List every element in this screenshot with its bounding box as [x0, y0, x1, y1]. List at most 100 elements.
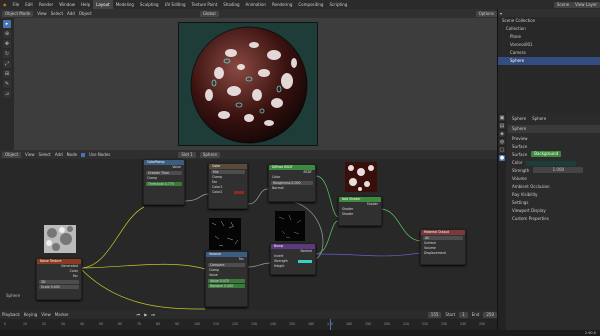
- outliner-item-collection[interactable]: Collection: [498, 25, 600, 33]
- node-menu-add[interactable]: Add: [55, 152, 63, 157]
- jump-end-icon[interactable]: ⏭: [151, 312, 155, 317]
- current-frame-field[interactable]: 155: [427, 311, 442, 318]
- measure-tool-icon[interactable]: ⊿: [3, 90, 11, 98]
- viewport-menu-select[interactable]: Select: [51, 11, 63, 16]
- properties-editor[interactable]: ▣ ▤ ◈ ◍ ▢ ● Sphere Sphere Sphere Preview …: [497, 113, 600, 330]
- outliner-item-camera[interactable]: Camera: [498, 49, 600, 57]
- tab-sculpting[interactable]: Sculpting: [137, 0, 162, 9]
- section-custom-properties[interactable]: Custom Properties: [508, 215, 600, 223]
- tab-texture-paint[interactable]: Texture Paint: [188, 0, 220, 9]
- timeline-menu-keying[interactable]: Keying: [24, 312, 37, 317]
- material-output-target-dropdown[interactable]: All: [423, 236, 463, 240]
- node-menu-select[interactable]: Select: [39, 152, 51, 157]
- viewport-menu-view[interactable]: View: [37, 11, 47, 16]
- transform-orientation-dropdown[interactable]: Global: [199, 10, 219, 17]
- timeline-ruler[interactable]: 0 10 20 30 40 50 60 70 80 90 100 110 120 130 140 150 160…: [0, 319, 497, 330]
- scene-tab-icon[interactable]: ◈: [499, 131, 505, 137]
- node-menu-view[interactable]: View: [25, 152, 35, 157]
- color-ramp-node[interactable]: ColorRamp Value Greater Than Clamp Thres…: [143, 159, 185, 205]
- mix-color-node[interactable]: Color Mix Clamp Fac Color1 Color2: [208, 163, 248, 209]
- menu-file[interactable]: File: [10, 2, 23, 7]
- playhead[interactable]: [330, 319, 331, 330]
- outliner[interactable]: ▾ Scene Collection Collection Plane Voro…: [497, 9, 600, 113]
- mix-blend-dropdown[interactable]: Mix: [211, 170, 245, 174]
- voronoi-compare-dropdown[interactable]: Compare: [208, 263, 245, 267]
- outliner-item-sphere[interactable]: Sphere: [498, 57, 600, 65]
- tab-compositing[interactable]: Compositing: [295, 0, 326, 9]
- move-tool-icon[interactable]: ✥: [3, 40, 11, 48]
- noise-dimension-dropdown[interactable]: 3D: [39, 280, 79, 284]
- voronoi-texture-node[interactable]: Voronoi Fac Compare Clamp Value Value 0.…: [205, 251, 248, 307]
- use-nodes-checkbox[interactable]: [81, 152, 86, 157]
- tab-modeling[interactable]: Modeling: [113, 0, 137, 9]
- blender-logo-icon[interactable]: ◉: [0, 2, 10, 7]
- strength-field[interactable]: 1.000: [533, 167, 584, 173]
- tab-uv-editing[interactable]: UV Editing: [162, 0, 189, 9]
- diffuse-bsdf-node[interactable]: Diffuse BSDF BSDF Color Roughness 0.000 …: [268, 164, 316, 202]
- outliner-filter-icon[interactable]: ▾: [500, 11, 502, 16]
- bump-node[interactable]: Bump Normal Invert Strength Height: [270, 243, 316, 275]
- output-tab-icon[interactable]: ▤: [499, 123, 505, 129]
- section-ray-visibility[interactable]: Ray Visibility: [508, 191, 600, 199]
- slot-dropdown[interactable]: Slot 1: [178, 151, 196, 158]
- tab-shading[interactable]: Shading: [220, 0, 242, 9]
- menu-help[interactable]: Help: [78, 2, 93, 7]
- transform-tool-icon[interactable]: ⊞: [3, 70, 11, 78]
- tab-layout[interactable]: Layout: [93, 0, 113, 9]
- world-tab-icon[interactable]: ◍: [499, 139, 505, 145]
- timeline-menu-view[interactable]: View: [41, 312, 51, 317]
- start-frame-field[interactable]: 1: [459, 311, 468, 318]
- node-editor-canvas[interactable]: Noise Texture Generated Color Fac 3D Sca…: [0, 159, 497, 310]
- voronoi-value-field[interactable]: Value 0.475: [208, 279, 245, 283]
- node-editor-type-dropdown[interactable]: Object: [2, 151, 22, 158]
- outliner-item-voronoi[interactable]: Voronoi001: [498, 41, 600, 49]
- menu-render[interactable]: Render: [36, 2, 56, 7]
- cursor-tool-icon[interactable]: ⊕: [3, 30, 11, 38]
- section-viewport-display[interactable]: Viewport Display: [508, 207, 600, 215]
- color-ramp-clamp-checkbox[interactable]: Clamp: [144, 176, 184, 181]
- surface-shader-dropdown[interactable]: Background: [531, 151, 562, 157]
- render-tab-icon[interactable]: ▣: [499, 115, 505, 121]
- section-ambient-occlusion[interactable]: Ambient Occlusion: [508, 183, 600, 191]
- object-mode-dropdown[interactable]: Object Mode: [2, 10, 34, 17]
- diffuse-roughness-field[interactable]: Roughness 0.000: [271, 181, 313, 185]
- tab-animation[interactable]: Animation: [243, 0, 269, 9]
- color-ramp-mode-dropdown[interactable]: Greater Than: [146, 171, 182, 175]
- jump-start-icon[interactable]: ⏮: [137, 312, 141, 317]
- viewport-options-button[interactable]: Options: [475, 10, 497, 17]
- rotate-tool-icon[interactable]: ↻: [3, 50, 11, 58]
- scene-selector[interactable]: Scene: [553, 1, 573, 8]
- material-tab-icon[interactable]: ●: [499, 155, 505, 161]
- node-menu-node[interactable]: Node: [67, 152, 77, 157]
- object-tab-icon[interactable]: ▢: [499, 147, 505, 153]
- timeline-menu-marker[interactable]: Marker: [55, 312, 69, 317]
- outliner-item-plane[interactable]: Plane: [498, 33, 600, 41]
- section-surface[interactable]: Surface: [508, 143, 600, 151]
- section-volume[interactable]: Volume: [508, 175, 600, 183]
- timeline-menu-playback[interactable]: Playback: [2, 312, 20, 317]
- material-selector[interactable]: Sphere: [199, 151, 220, 158]
- material-output-node[interactable]: Material Output All Surface Volume Displ…: [420, 229, 466, 265]
- scale-tool-icon[interactable]: ⤢: [3, 60, 11, 68]
- add-shader-node[interactable]: Add Shader Shader Shader Shader: [338, 196, 382, 226]
- section-settings[interactable]: Settings: [508, 199, 600, 207]
- voronoi-random-field[interactable]: Random 0.000: [208, 284, 245, 288]
- viewport-menu-object[interactable]: Object: [79, 11, 92, 16]
- outliner-scene-collection[interactable]: Scene Collection: [498, 17, 600, 25]
- menu-window[interactable]: Window: [56, 2, 78, 7]
- color-swatch[interactable]: [526, 160, 577, 166]
- menu-edit[interactable]: Edit: [22, 2, 36, 7]
- annotate-tool-icon[interactable]: ✎: [3, 80, 11, 88]
- section-preview[interactable]: Preview: [508, 135, 600, 143]
- play-icon[interactable]: ▶: [144, 312, 147, 317]
- viewport-menu-add[interactable]: Add: [67, 11, 75, 16]
- tab-rendering[interactable]: Rendering: [269, 0, 295, 9]
- view-layer-selector[interactable]: View Layer: [572, 1, 600, 8]
- select-tool-icon[interactable]: ▸: [3, 20, 11, 28]
- color-ramp-threshold-field[interactable]: Threshold 0.775: [146, 182, 182, 186]
- 3d-viewport[interactable]: ▸ ⊕ ✥ ↻ ⤢ ⊞ ✎ ⊿: [0, 18, 497, 150]
- material-name-field[interactable]: Sphere: [508, 125, 600, 133]
- noise-scale-field[interactable]: Scale 5.000: [39, 285, 79, 289]
- noise-texture-node[interactable]: Noise Texture Generated Color Fac 3D Sca…: [36, 258, 82, 300]
- tab-scripting[interactable]: Scripting: [326, 0, 350, 9]
